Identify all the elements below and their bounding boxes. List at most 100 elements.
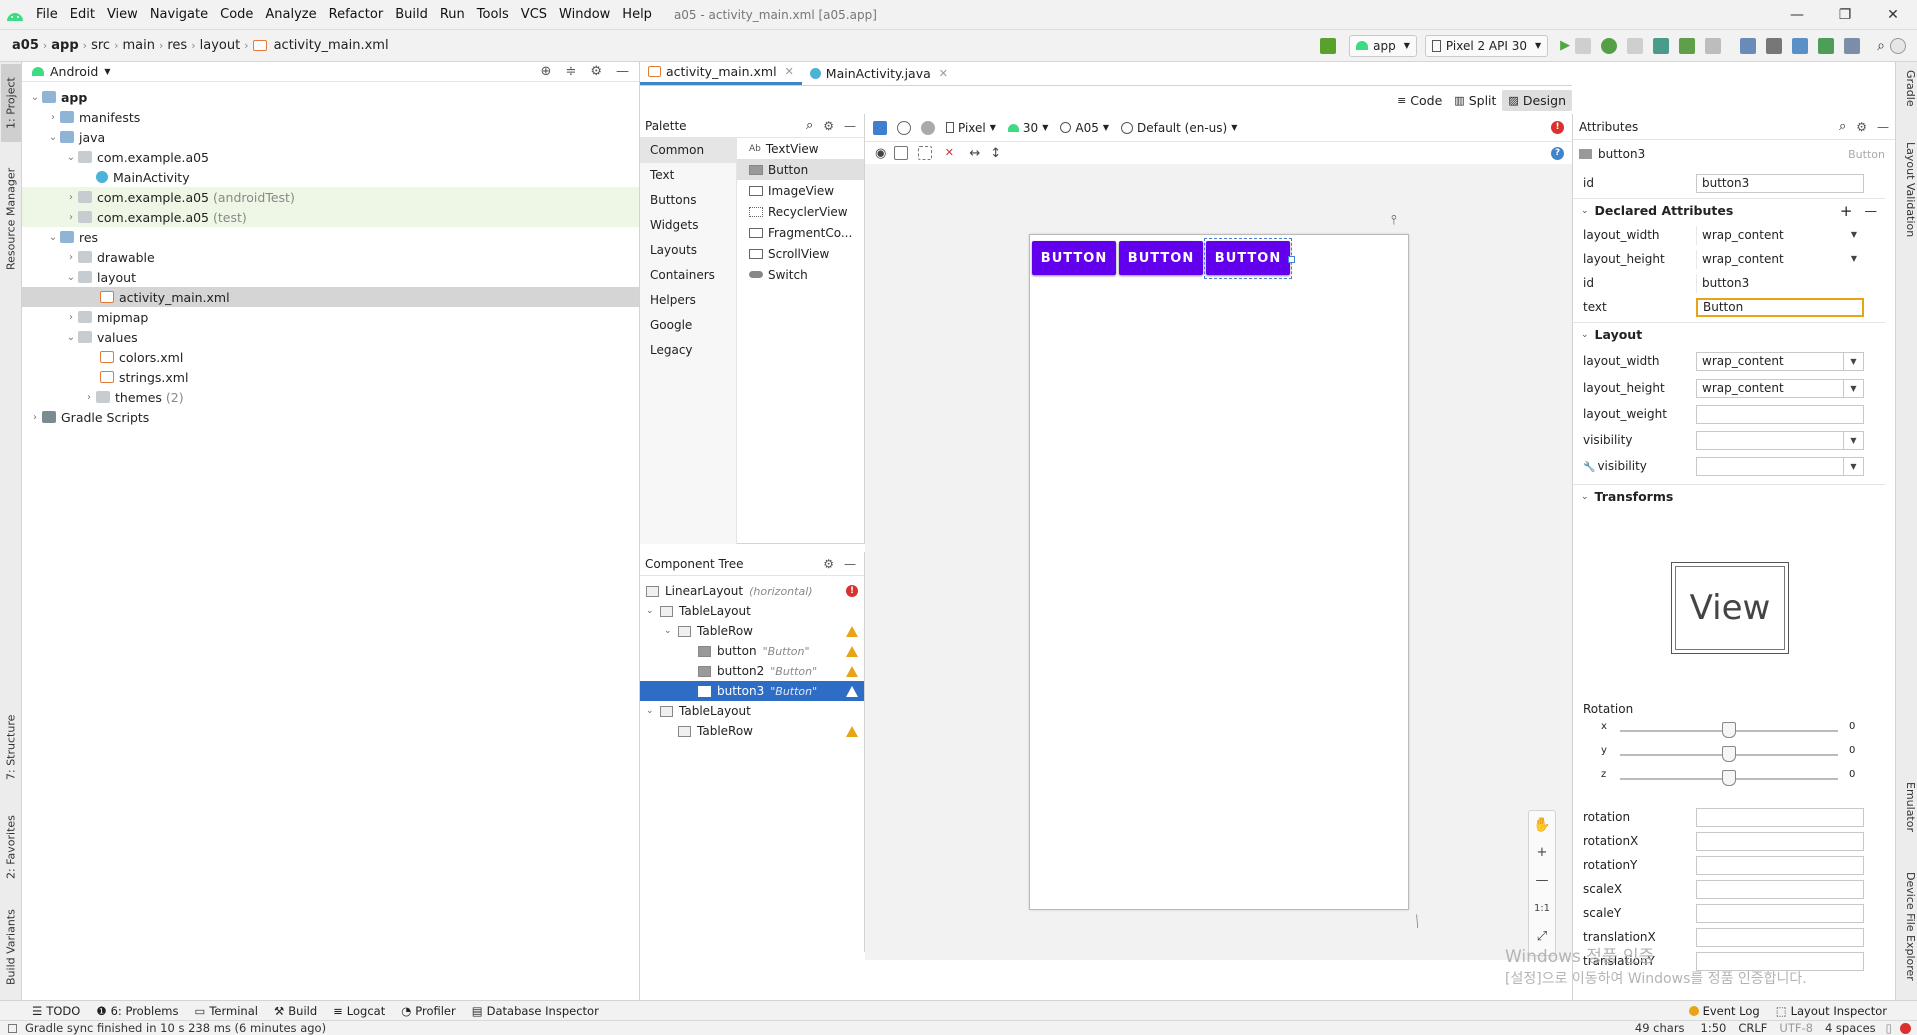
tree-node-package[interactable]: ⌄ com.example.a05 bbox=[22, 147, 639, 167]
warning-icon[interactable] bbox=[846, 645, 858, 657]
attach-debugger-icon[interactable] bbox=[1679, 37, 1696, 54]
palette-category-containers[interactable]: Containers bbox=[640, 263, 736, 288]
chevron-right-icon[interactable]: › bbox=[28, 412, 42, 423]
palette-category-google[interactable]: Google bbox=[640, 313, 736, 338]
tree-node-package-test[interactable]: › com.example.a05 (test) bbox=[22, 207, 639, 227]
profile-icon[interactable] bbox=[1653, 37, 1670, 54]
gear-icon[interactable]: ⚙ bbox=[590, 64, 602, 79]
menu-code[interactable]: Code bbox=[214, 7, 259, 22]
view-options-eye-icon[interactable]: ◉ bbox=[875, 146, 886, 161]
stop-icon[interactable] bbox=[1705, 37, 1722, 54]
autoconnect-icon[interactable] bbox=[918, 146, 933, 160]
close-tab-icon[interactable]: ✕ bbox=[785, 65, 794, 78]
scalex-field[interactable] bbox=[1696, 879, 1864, 899]
tree-node-manifests[interactable]: › manifests bbox=[22, 107, 639, 127]
tool-database-inspector[interactable]: ▤ Database Inspector bbox=[472, 1004, 599, 1018]
menu-edit[interactable]: Edit bbox=[64, 7, 101, 22]
chevron-right-icon[interactable]: › bbox=[64, 192, 78, 203]
tree-node-drawable[interactable]: › drawable bbox=[22, 247, 639, 267]
component-tablerow-1[interactable]: ⌄ TableRow bbox=[640, 621, 864, 641]
chevron-down-icon[interactable]: ▼ bbox=[1843, 431, 1863, 449]
search-icon[interactable]: ⌕ bbox=[806, 118, 813, 133]
tree-node-layout[interactable]: ⌄ layout bbox=[22, 267, 639, 287]
palette-item-scrollview[interactable]: ScrollView bbox=[737, 243, 864, 264]
rotationx-field[interactable] bbox=[1696, 831, 1864, 851]
warning-icon[interactable] bbox=[846, 665, 858, 677]
menu-build[interactable]: Build bbox=[389, 7, 434, 22]
component-tablelayout-2[interactable]: ⌄ TableLayout bbox=[640, 701, 864, 721]
palette-item-imageview[interactable]: ImageView bbox=[737, 180, 864, 201]
chevron-down-icon[interactable]: ⌄ bbox=[64, 152, 78, 163]
tool-tab-emulator[interactable]: Emulator bbox=[1897, 782, 1917, 862]
rotation-y-knob[interactable] bbox=[1722, 746, 1736, 762]
locale-selector[interactable]: Default (en-us) ▼ bbox=[1121, 121, 1237, 135]
component-button2[interactable]: button2 "Button" bbox=[640, 661, 864, 681]
tree-node-package-androidtest[interactable]: › com.example.a05 (androidTest) bbox=[22, 187, 639, 207]
status-message[interactable]: Gradle sync finished in 10 s 238 ms (6 m… bbox=[25, 1021, 326, 1035]
tool-profiler[interactable]: ◔ Profiler bbox=[401, 1004, 456, 1018]
show-constraints-icon[interactable] bbox=[894, 146, 909, 160]
view-mode-design[interactable]: ▨ Design bbox=[1502, 89, 1572, 111]
menu-tools[interactable]: Tools bbox=[471, 7, 515, 22]
clear-constraints-icon[interactable]: ✕ bbox=[942, 146, 956, 160]
palette-category-widgets[interactable]: Widgets bbox=[640, 213, 736, 238]
warning-icon[interactable] bbox=[846, 625, 858, 637]
pan-hand-icon[interactable]: ✋ bbox=[1529, 811, 1555, 839]
menu-help[interactable]: Help bbox=[616, 7, 658, 22]
night-mode-icon[interactable] bbox=[921, 120, 935, 135]
api-selector[interactable]: 30 ▼ bbox=[1007, 121, 1048, 135]
preview-button-1[interactable]: BUTTON bbox=[1032, 241, 1116, 275]
palette-category-legacy[interactable]: Legacy bbox=[640, 338, 736, 363]
menu-refactor[interactable]: Refactor bbox=[323, 7, 390, 22]
chevron-down-icon[interactable]: ⌄ bbox=[64, 272, 78, 283]
apply-changes-icon[interactable] bbox=[1575, 37, 1592, 54]
tool-tab-build-variants[interactable]: Build Variants bbox=[1, 902, 21, 992]
section-transforms[interactable]: ⌄ Transforms bbox=[1573, 484, 1885, 508]
tab-activity-main-xml[interactable]: activity_main.xml ✕ bbox=[640, 61, 802, 85]
help-icon[interactable]: ? bbox=[1551, 146, 1564, 160]
expand-vertical-icon[interactable]: ↕ bbox=[990, 146, 1001, 161]
tree-node-colors-xml[interactable]: colors.xml bbox=[22, 347, 639, 367]
error-indicator-icon[interactable]: ! bbox=[1551, 121, 1564, 134]
restore-icon[interactable]: ❐ bbox=[1821, 0, 1869, 30]
chevron-right-icon[interactable]: › bbox=[46, 112, 60, 123]
orientation-icon[interactable] bbox=[897, 120, 911, 135]
section-layout[interactable]: ⌄ Layout bbox=[1573, 322, 1885, 346]
sdk-manager-icon[interactable] bbox=[1792, 37, 1809, 54]
tool-tab-project[interactable]: 1: Project bbox=[1, 64, 21, 142]
tree-node-values[interactable]: ⌄ values bbox=[22, 327, 639, 347]
warning-icon[interactable] bbox=[846, 685, 858, 697]
chevron-down-icon[interactable]: ⌄ bbox=[64, 332, 78, 343]
chevron-down-icon[interactable]: ▼ bbox=[1844, 226, 1864, 243]
palette-category-layouts[interactable]: Layouts bbox=[640, 238, 736, 263]
error-icon[interactable]: ! bbox=[846, 585, 858, 597]
declared-id-field[interactable]: button3 bbox=[1696, 273, 1864, 293]
account-icon[interactable] bbox=[1890, 37, 1906, 54]
palette-item-button[interactable]: Button bbox=[737, 159, 864, 180]
collapse-all-icon[interactable]: ≑ bbox=[565, 64, 576, 79]
breadcrumb-project[interactable]: a05 bbox=[8, 38, 43, 53]
tool-logcat[interactable]: ≡ Logcat bbox=[333, 1004, 385, 1018]
status-toggle-icon[interactable] bbox=[8, 1023, 17, 1033]
chevron-down-icon[interactable]: ▼ bbox=[1843, 379, 1863, 397]
tree-node-mainactivity[interactable]: MainActivity bbox=[22, 167, 639, 187]
make-project-hammer-icon[interactable] bbox=[1320, 37, 1337, 54]
tool-problems[interactable]: ❶ 6: Problems bbox=[96, 1004, 178, 1018]
component-tablerow-2[interactable]: TableRow bbox=[640, 721, 864, 741]
component-tablelayout-1[interactable]: ⌄ TableLayout bbox=[640, 601, 864, 621]
palette-item-textview[interactable]: Ab TextView bbox=[737, 138, 864, 159]
tree-node-strings-xml[interactable]: strings.xml bbox=[22, 367, 639, 387]
tree-node-themes[interactable]: › themes (2) bbox=[22, 387, 639, 407]
chevron-right-icon[interactable]: › bbox=[64, 252, 78, 263]
tree-node-gradle-scripts[interactable]: › Gradle Scripts bbox=[22, 407, 639, 427]
declared-layout-height-field[interactable]: wrap_content ▼ bbox=[1696, 249, 1864, 269]
palette-item-switch[interactable]: Switch bbox=[737, 264, 864, 285]
tree-node-activity-main-xml[interactable]: activity_main.xml bbox=[22, 287, 639, 307]
tree-node-res[interactable]: ⌄ res bbox=[22, 227, 639, 247]
chevron-down-icon[interactable]: ⌄ bbox=[46, 132, 60, 143]
status-encoding[interactable]: UTF-8 bbox=[1779, 1021, 1813, 1035]
tool-tab-gradle[interactable]: Gradle bbox=[1897, 70, 1917, 130]
breadcrumb-src[interactable]: src bbox=[87, 38, 114, 53]
tool-tab-structure[interactable]: 7: Structure bbox=[1, 702, 21, 792]
breadcrumb-file[interactable]: activity_main.xml bbox=[270, 38, 393, 53]
